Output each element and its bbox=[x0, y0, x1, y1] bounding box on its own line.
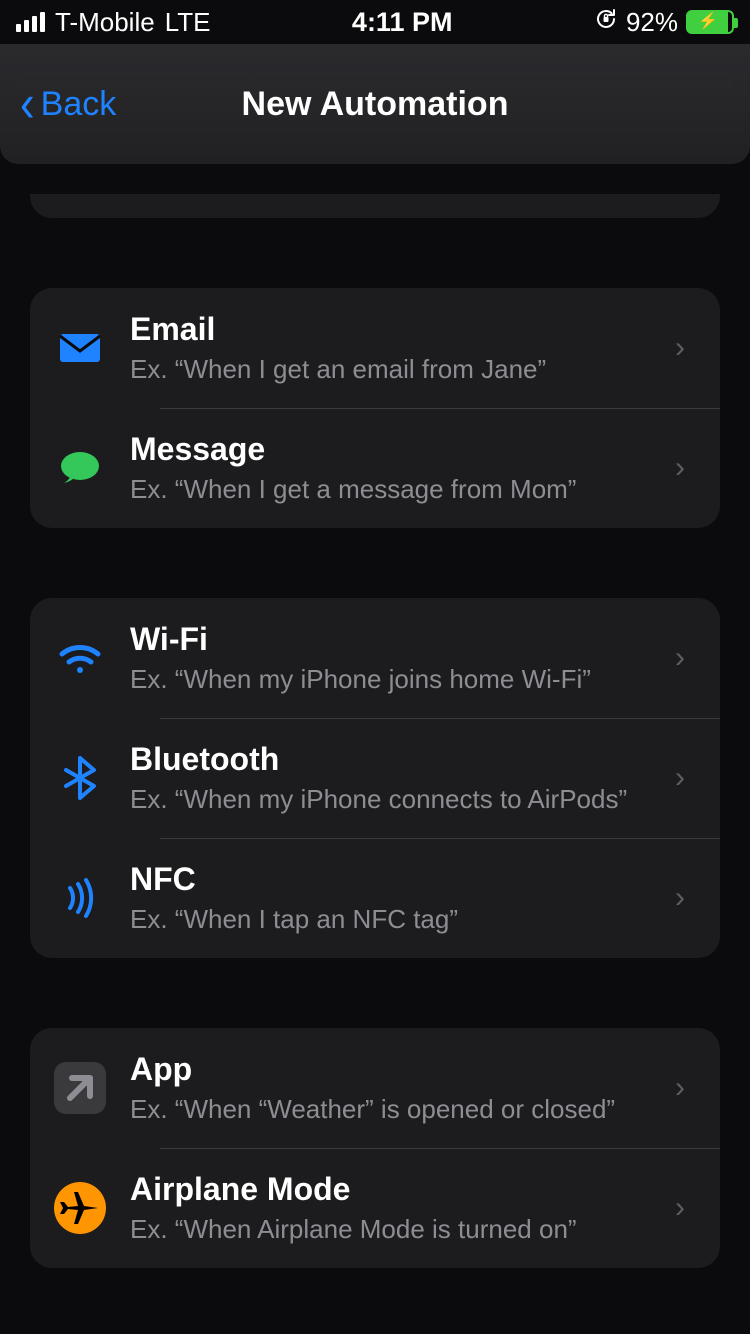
signal-icon bbox=[16, 12, 45, 32]
row-title: Airplane Mode bbox=[130, 1171, 650, 1208]
charging-icon: ⚡ bbox=[698, 14, 718, 30]
row-title: App bbox=[130, 1051, 650, 1088]
trigger-message[interactable]: Message Ex. “When I get a message from M… bbox=[30, 408, 720, 528]
clock: 4:11 PM bbox=[352, 7, 453, 38]
network-label: LTE bbox=[165, 7, 211, 38]
row-title: Bluetooth bbox=[130, 741, 650, 778]
chevron-left-icon: ‹ bbox=[20, 78, 35, 131]
chevron-right-icon: › bbox=[660, 1071, 700, 1105]
row-title: NFC bbox=[130, 861, 650, 898]
content: Email Ex. “When I get an email from Jane… bbox=[0, 44, 750, 1334]
message-icon bbox=[30, 444, 130, 492]
row-title: Wi-Fi bbox=[130, 621, 650, 658]
group-communication: Email Ex. “When I get an email from Jane… bbox=[30, 288, 720, 528]
carrier-label: T-Mobile bbox=[55, 7, 155, 38]
trigger-email[interactable]: Email Ex. “When I get an email from Jane… bbox=[30, 288, 720, 408]
row-subtitle: Ex. “When my iPhone connects to AirPods” bbox=[130, 784, 650, 815]
email-icon bbox=[30, 324, 130, 372]
nav-bar: ‹ Back New Automation bbox=[0, 44, 750, 164]
chevron-right-icon: › bbox=[660, 451, 700, 485]
trigger-bluetooth[interactable]: Bluetooth Ex. “When my iPhone connects t… bbox=[30, 718, 720, 838]
trigger-wifi[interactable]: Wi-Fi Ex. “When my iPhone joins home Wi-… bbox=[30, 598, 720, 718]
row-subtitle: Ex. “When “Weather” is opened or closed” bbox=[130, 1094, 650, 1125]
wifi-icon bbox=[30, 634, 130, 682]
status-bar: T-Mobile LTE 4:11 PM 92% ⚡ bbox=[0, 0, 750, 44]
row-subtitle: Ex. “When Airplane Mode is turned on” bbox=[130, 1214, 650, 1245]
status-right: 92% ⚡ bbox=[594, 7, 734, 38]
trigger-airplane-mode[interactable]: Airplane Mode Ex. “When Airplane Mode is… bbox=[30, 1148, 720, 1268]
trigger-app[interactable]: App Ex. “When “Weather” is opened or clo… bbox=[30, 1028, 720, 1148]
status-left: T-Mobile LTE bbox=[16, 7, 210, 38]
airplane-mode-icon bbox=[30, 1182, 130, 1234]
nfc-icon bbox=[30, 874, 130, 922]
row-subtitle: Ex. “When I get an email from Jane” bbox=[130, 354, 650, 385]
chevron-right-icon: › bbox=[660, 761, 700, 795]
orientation-lock-icon bbox=[594, 7, 618, 37]
bluetooth-icon bbox=[30, 754, 130, 802]
chevron-right-icon: › bbox=[660, 331, 700, 365]
chevron-right-icon: › bbox=[660, 881, 700, 915]
trigger-nfc[interactable]: NFC Ex. “When I tap an NFC tag” › bbox=[30, 838, 720, 958]
row-subtitle: Ex. “When my iPhone joins home Wi-Fi” bbox=[130, 664, 650, 695]
row-title: Message bbox=[130, 431, 650, 468]
battery-percent: 92% bbox=[626, 7, 678, 38]
row-subtitle: Ex. “When I get a message from Mom” bbox=[130, 474, 650, 505]
previous-group-bottom bbox=[30, 194, 720, 218]
battery-icon: ⚡ bbox=[686, 10, 734, 34]
chevron-right-icon: › bbox=[660, 1191, 700, 1225]
group-connectivity: Wi-Fi Ex. “When my iPhone joins home Wi-… bbox=[30, 598, 720, 958]
chevron-right-icon: › bbox=[660, 641, 700, 675]
row-title: Email bbox=[130, 311, 650, 348]
row-subtitle: Ex. “When I tap an NFC tag” bbox=[130, 904, 650, 935]
back-button[interactable]: ‹ Back bbox=[0, 82, 116, 126]
back-label: Back bbox=[41, 85, 117, 124]
group-settings: App Ex. “When “Weather” is opened or clo… bbox=[30, 1028, 720, 1268]
app-icon bbox=[30, 1062, 130, 1114]
